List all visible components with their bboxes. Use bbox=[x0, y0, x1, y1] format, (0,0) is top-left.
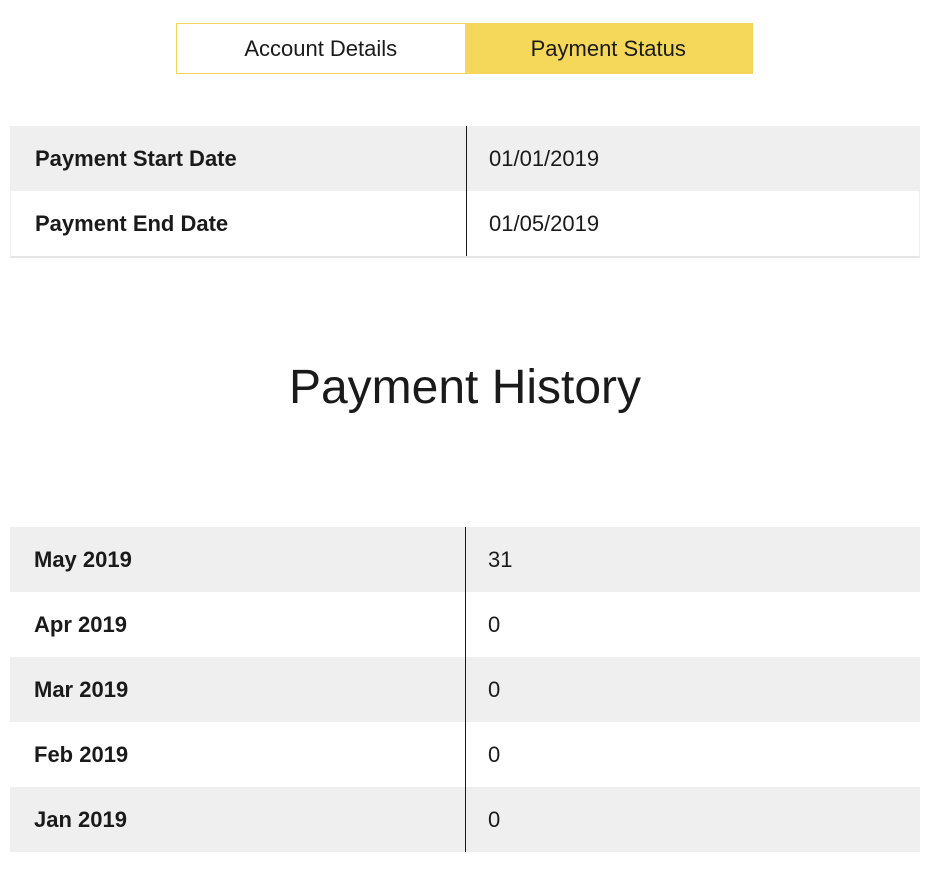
history-month-label: May 2019 bbox=[34, 546, 132, 572]
payment-history-title: Payment History bbox=[288, 361, 642, 414]
history-month-value: 0 bbox=[465, 657, 920, 722]
history-month-label: Jan 2019 bbox=[34, 806, 127, 832]
tab-account-details[interactable]: Account Details bbox=[177, 24, 465, 73]
table-row: Mar 2019 0 bbox=[10, 657, 920, 722]
payment-history-table: May 2019 31 Apr 2019 0 Mar 2019 0 Feb 20… bbox=[10, 527, 920, 852]
payment-end-date-value: 01/05/2019 bbox=[466, 191, 919, 256]
tab-bar: Account Details Payment Status bbox=[176, 23, 753, 74]
history-month-value: 0 bbox=[465, 787, 920, 852]
table-row: Payment Start Date 01/01/2019 bbox=[11, 126, 919, 191]
history-month-value: 0 bbox=[465, 722, 920, 787]
table-row: Apr 2019 0 bbox=[10, 592, 920, 657]
table-row: Payment End Date 01/05/2019 bbox=[11, 191, 919, 256]
payment-start-date-label: Payment Start Date bbox=[35, 145, 237, 171]
history-month-label: Feb 2019 bbox=[34, 741, 129, 767]
table-row: Feb 2019 0 bbox=[10, 722, 920, 787]
history-month-value: 31 bbox=[465, 527, 920, 592]
history-month-label: Apr 2019 bbox=[34, 611, 127, 637]
payment-start-date-value: 01/01/2019 bbox=[466, 126, 919, 191]
payment-end-date-label: Payment End Date bbox=[35, 210, 229, 236]
table-row: May 2019 31 bbox=[10, 527, 920, 592]
table-row: Jan 2019 0 bbox=[10, 787, 920, 852]
history-month-label: Mar 2019 bbox=[34, 676, 129, 702]
history-month-value: 0 bbox=[465, 592, 920, 657]
tab-payment-status[interactable]: Payment Status bbox=[464, 24, 752, 73]
payment-dates-table: Payment Start Date 01/01/2019 Payment En… bbox=[10, 126, 920, 258]
